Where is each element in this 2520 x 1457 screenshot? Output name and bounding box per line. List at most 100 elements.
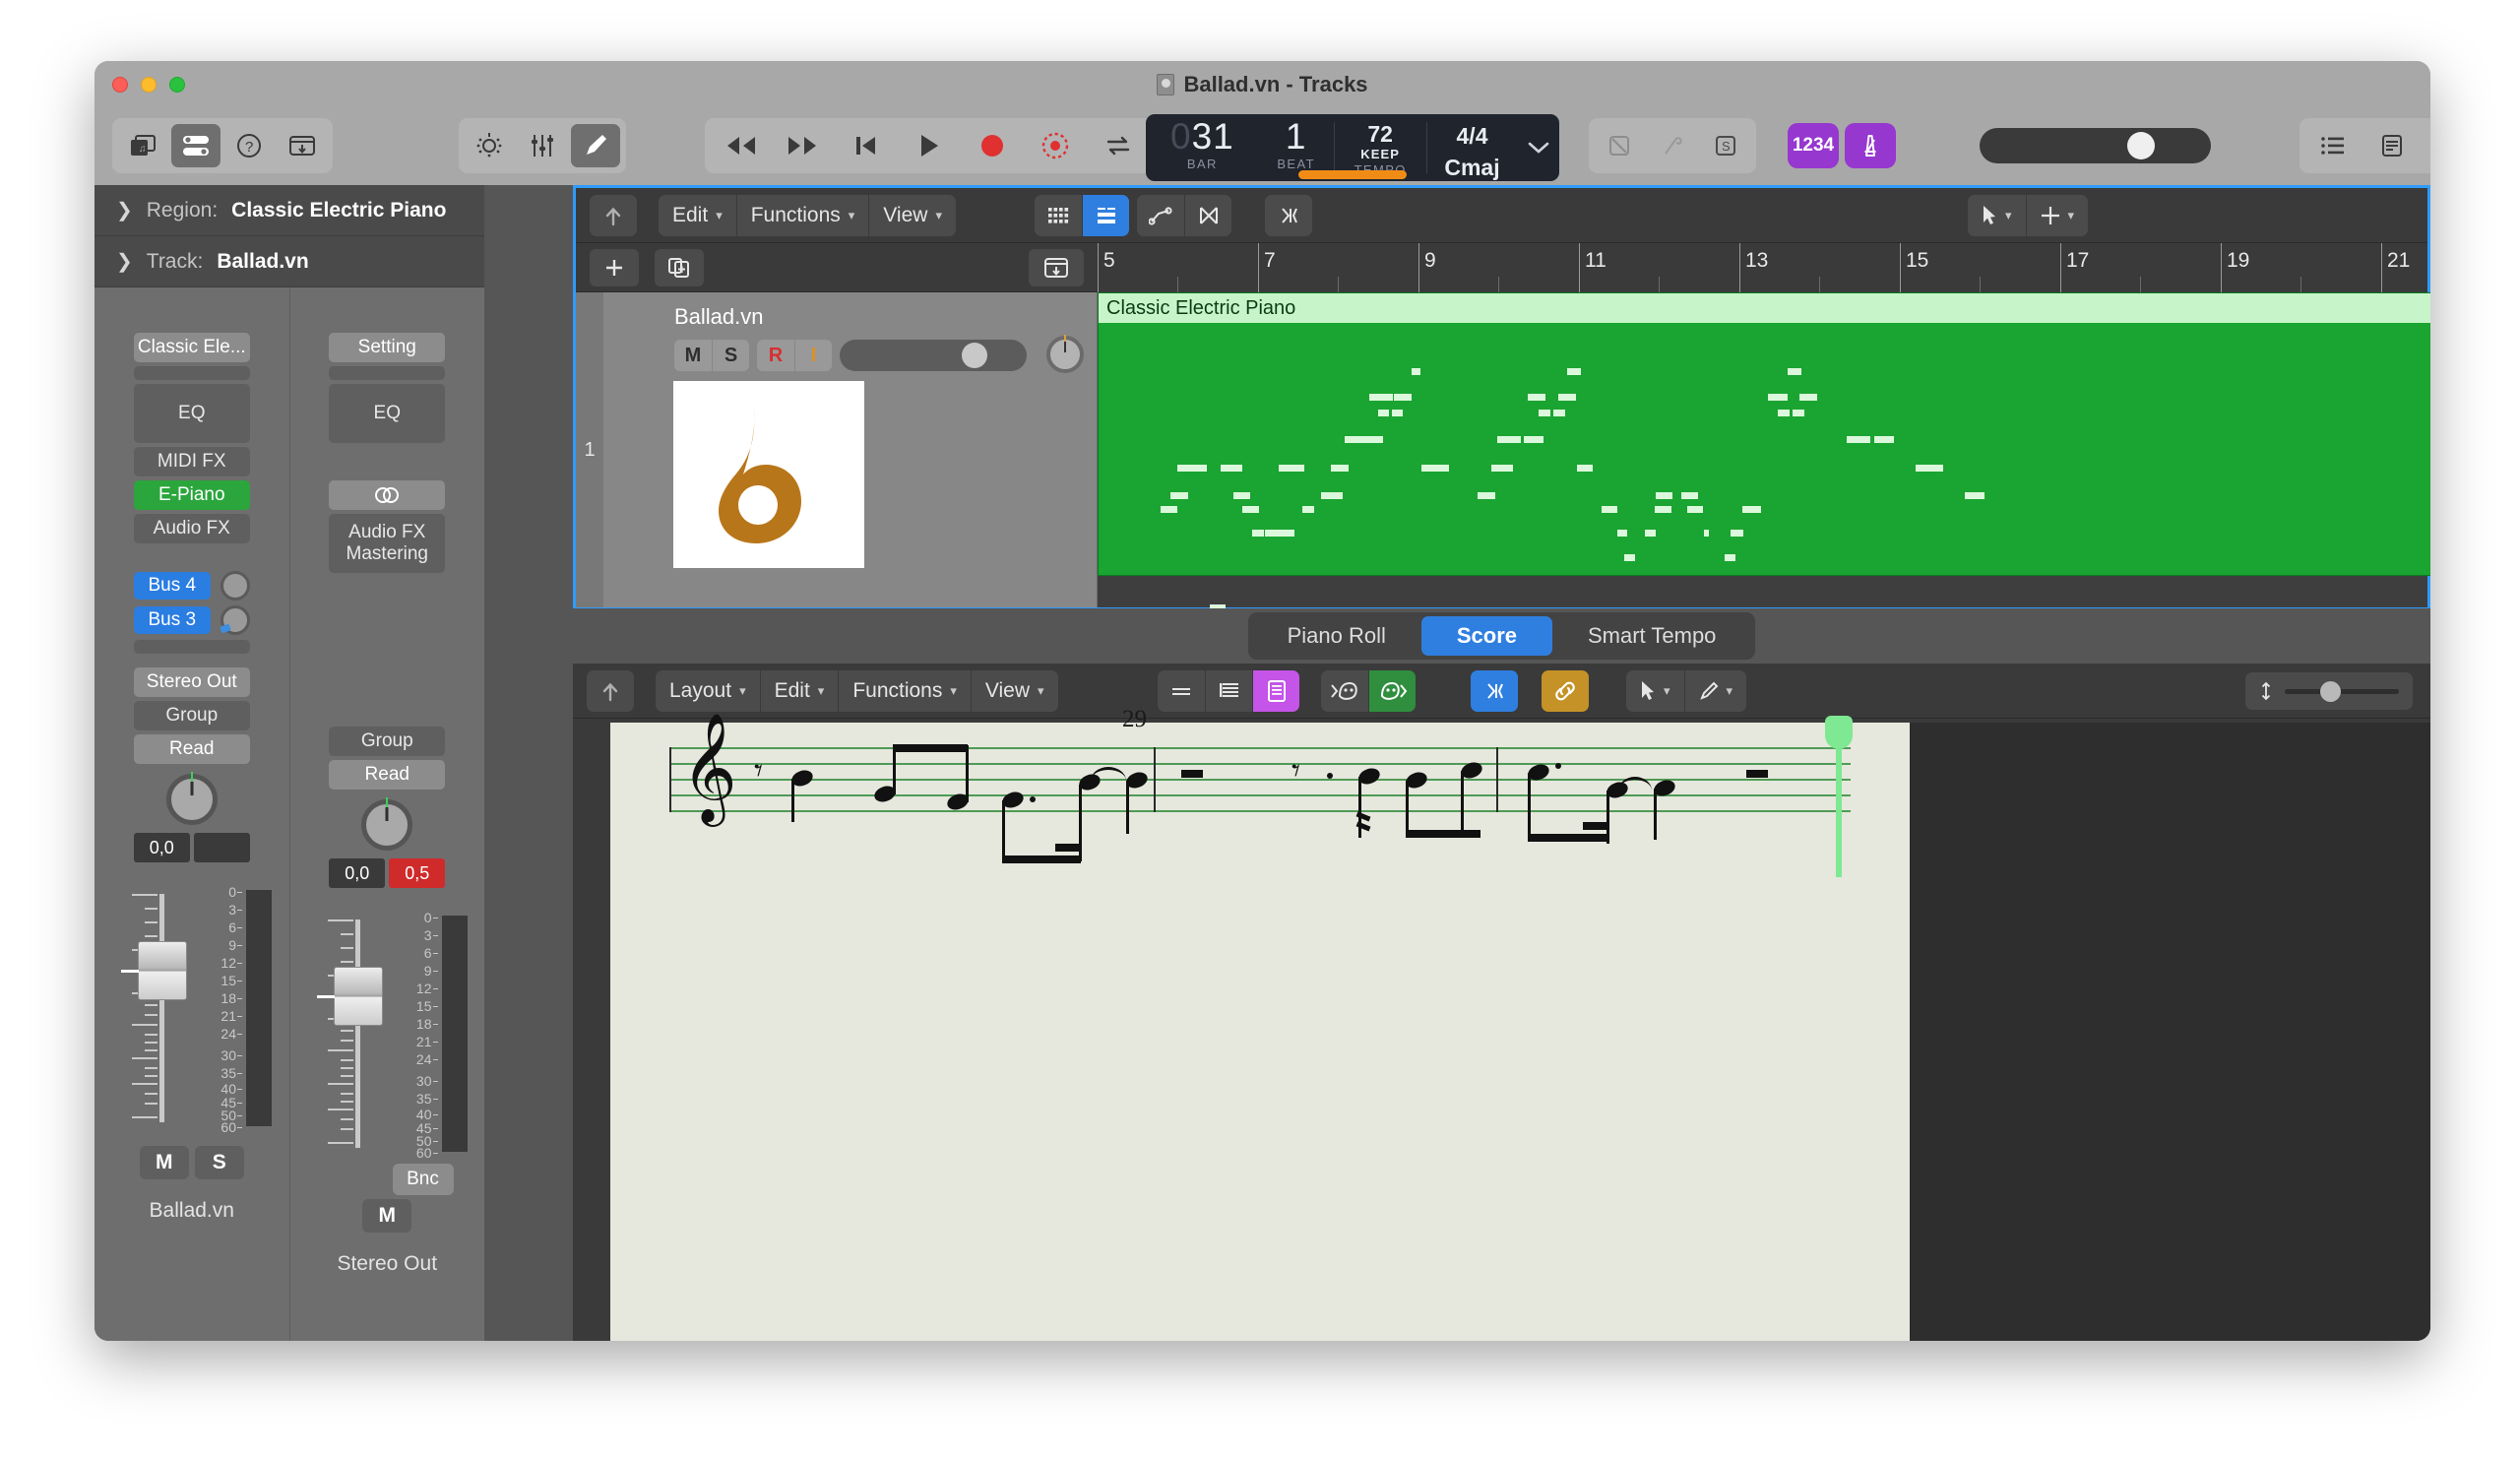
score-zoom-slider[interactable]	[2285, 680, 2399, 702]
note-head[interactable]	[872, 745, 898, 805]
tab-piano-roll[interactable]: Piano Roll	[1252, 616, 1421, 656]
audio-fx-slot[interactable]: Audio FX	[133, 514, 250, 543]
chevron-right-icon[interactable]: ❯	[116, 249, 133, 274]
go-up-icon[interactable]	[590, 195, 637, 236]
functions-menu[interactable]: Functions ▾	[838, 670, 971, 712]
page-view-icon[interactable]	[1252, 670, 1299, 712]
tab-smart-tempo[interactable]: Smart Tempo	[1552, 616, 1751, 656]
half-rest[interactable]	[1181, 770, 1203, 778]
go-to-beginning-button[interactable]	[837, 124, 896, 167]
group-slot[interactable]: Group	[133, 701, 250, 730]
capture-recording-button[interactable]	[1026, 124, 1085, 167]
automation-mode[interactable]: Read	[329, 760, 446, 790]
note-head[interactable]	[1355, 765, 1382, 838]
empty-send-slot[interactable]	[133, 640, 250, 654]
eq-slot[interactable]: EQ	[133, 384, 250, 443]
add-track-button[interactable]	[590, 249, 639, 286]
mixer-icon[interactable]	[518, 124, 567, 167]
setting-button[interactable]: Classic Ele...	[133, 333, 250, 362]
mute-button[interactable]: M	[362, 1199, 412, 1233]
pan-value[interactable]: 0,0	[329, 858, 386, 888]
group-slot[interactable]: Group	[329, 727, 446, 756]
functions-menu[interactable]: Functions ▾	[735, 195, 869, 236]
midi-fx-slot[interactable]: MIDI FX	[133, 447, 250, 476]
rewind-button[interactable]	[711, 124, 770, 167]
note-head[interactable]	[1526, 761, 1561, 842]
score-zoom-knob[interactable]	[2320, 680, 2341, 702]
view-menu[interactable]: View ▾	[970, 670, 1058, 712]
empty-slot[interactable]	[133, 366, 250, 380]
multi-staff-icon[interactable]	[1205, 670, 1252, 712]
dotted-eighth-rest[interactable]: 𝄾	[1292, 753, 1300, 791]
pointer-tool[interactable]: ▾	[1968, 195, 2026, 236]
automation-icon[interactable]	[1137, 195, 1184, 236]
pointer-tool[interactable]: ▾	[1626, 670, 1684, 712]
track-input-button[interactable]: I	[794, 340, 832, 371]
lcd-bar[interactable]: 031 BAR	[1146, 114, 1259, 181]
pan-knob[interactable]	[165, 774, 218, 825]
track-view-icon[interactable]	[1082, 195, 1129, 236]
mute-button[interactable]: M	[139, 1146, 189, 1179]
edit-menu[interactable]: Edit ▾	[659, 195, 736, 236]
note-head[interactable]	[789, 767, 815, 822]
track-record-button[interactable]: R	[757, 340, 794, 371]
eighth-rest[interactable]: 𝄾	[754, 753, 763, 791]
notes-icon[interactable]	[2364, 124, 2420, 167]
play-button[interactable]	[900, 124, 959, 167]
grid-view-icon[interactable]	[1035, 195, 1082, 236]
peak-value[interactable]: 0,5	[389, 858, 446, 888]
record-button[interactable]	[963, 124, 1022, 167]
output-slot[interactable]: Stereo Out	[133, 667, 250, 697]
snap-icon[interactable]	[1265, 195, 1312, 236]
quick-help-icon[interactable]: ?	[224, 124, 274, 167]
send-level-knob[interactable]	[220, 605, 250, 635]
half-rest[interactable]	[1746, 770, 1768, 778]
master-volume-knob[interactable]	[2127, 132, 2155, 159]
link-icon[interactable]	[1542, 670, 1589, 712]
low-latency-icon[interactable]	[1595, 124, 1644, 167]
pencil-tool[interactable]: ▾	[1683, 670, 1747, 712]
inspector-track-header[interactable]: ❯ Track: Ballad.vn	[94, 236, 484, 287]
marquee-tool[interactable]: ▾	[2025, 195, 2089, 236]
send-bus-4[interactable]: Bus 4	[133, 572, 211, 600]
volume-fader[interactable]	[116, 886, 193, 1132]
chevron-right-icon[interactable]: ❯	[116, 198, 133, 222]
track-name[interactable]: Ballad.vn	[674, 304, 764, 330]
metronome-icon[interactable]	[1845, 123, 1896, 168]
tuner-icon[interactable]	[1648, 124, 1697, 167]
edit-menu[interactable]: Edit ▾	[759, 670, 839, 712]
empty-slot[interactable]	[329, 366, 446, 380]
score-back-button[interactable]	[587, 670, 634, 712]
track-volume-slider[interactable]	[840, 340, 1027, 371]
pan-value[interactable]: 0,0	[133, 833, 190, 862]
note-head[interactable]	[1404, 769, 1429, 838]
tracks-back-button[interactable]	[590, 195, 637, 236]
pan-knob[interactable]	[361, 799, 413, 851]
track-solo-button[interactable]: S	[712, 340, 749, 371]
track-mute-button[interactable]: M	[674, 340, 712, 371]
inspector-region-header[interactable]: ❯ Region: Classic Electric Piano	[94, 185, 484, 236]
note-head[interactable]	[945, 745, 971, 813]
forward-button[interactable]	[774, 124, 833, 167]
fader-handle[interactable]	[316, 967, 383, 1026]
flex-icon[interactable]	[1184, 195, 1231, 236]
lcd-display[interactable]: 031 BAR 1 BEAT 72 KEEP TEMPO 4/4 Cmaj	[1146, 114, 1559, 181]
bounce-button[interactable]: Bnc	[392, 1164, 454, 1195]
toolbar-icon[interactable]	[278, 124, 327, 167]
tab-score[interactable]: Score	[1420, 616, 1552, 656]
track-pan-knob[interactable]	[1046, 336, 1084, 373]
snap-icon[interactable]	[1471, 670, 1518, 712]
score-playhead[interactable]	[1825, 716, 1853, 877]
send-bus-3[interactable]: Bus 3	[133, 606, 211, 634]
fader-handle[interactable]	[121, 941, 187, 1000]
track-header[interactable]: 1 Ballad.vn M S R I	[576, 292, 1098, 607]
note-head[interactable]	[1000, 789, 1036, 861]
note-head[interactable]	[1124, 769, 1150, 834]
instrument-slot[interactable]: E-Piano	[133, 480, 250, 510]
automation-mode[interactable]: Read	[133, 734, 250, 764]
eq-slot[interactable]: EQ	[329, 384, 446, 443]
track-icon[interactable]	[673, 381, 864, 568]
solo-icon[interactable]: S	[1701, 124, 1750, 167]
duplicate-track-icon[interactable]	[655, 249, 704, 286]
send-level-knob[interactable]	[220, 571, 250, 601]
